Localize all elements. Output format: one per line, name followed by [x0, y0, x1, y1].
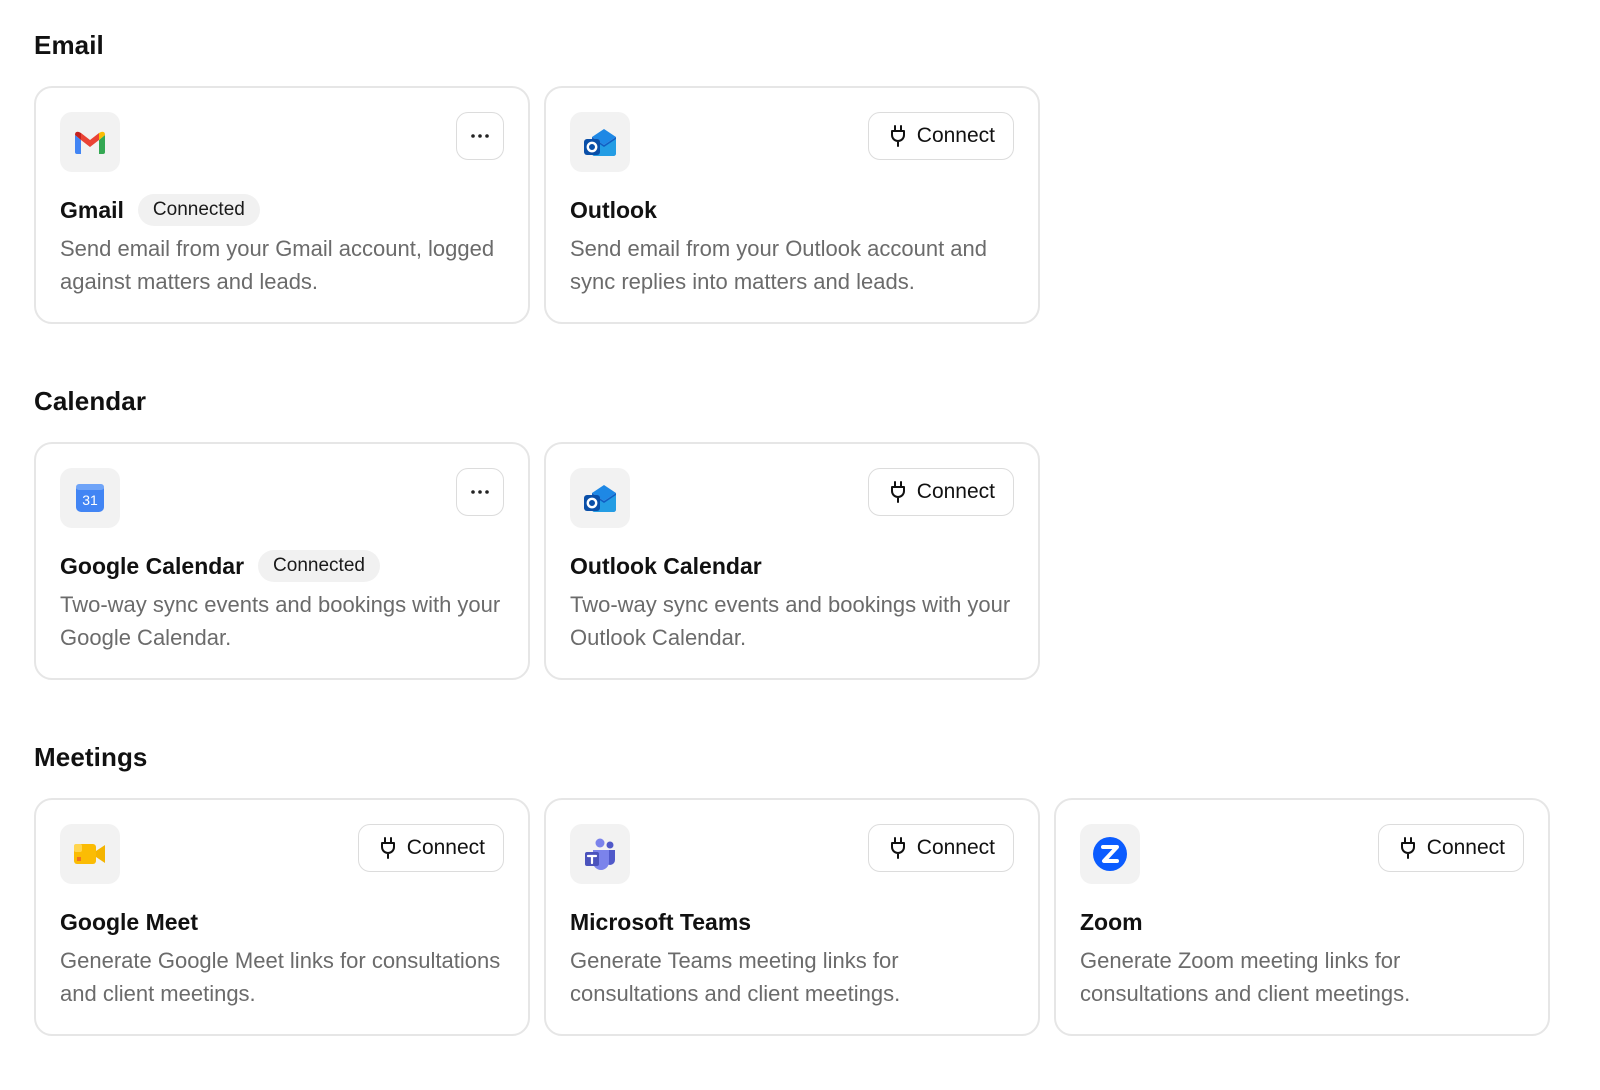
connect-button[interactable]: Connect [1377, 824, 1524, 872]
calendar-day-number: 31 [82, 492, 98, 508]
connect-button-label: Connect [916, 124, 995, 147]
integration-card-gmail: Gmail Connected Send email from your Gma… [34, 86, 530, 324]
status-badge: Connected [137, 194, 260, 226]
connect-button[interactable]: Connect [867, 112, 1014, 160]
connect-button-label: Connect [916, 836, 995, 859]
zoom-icon [1093, 837, 1127, 871]
plug-icon [890, 125, 905, 147]
gmail-icon [75, 131, 105, 154]
integration-description: Two-way sync events and bookings with yo… [60, 592, 501, 650]
section-title-calendar: Calendar [34, 386, 147, 416]
google-meet-icon [74, 844, 105, 864]
integrations-page: Email Gmail Connected Send email from yo… [0, 0, 1600, 1090]
plug-icon [890, 837, 905, 859]
gmail-logo [60, 112, 120, 172]
integration-name: Zoom [1080, 908, 1143, 935]
card-title-row: Outlook Calendar [570, 548, 762, 584]
integration-card-outlook-calendar: Connect Outlook Calendar Two-way sync ev… [544, 442, 1040, 680]
microsoft-teams-logo [570, 824, 630, 884]
integration-name: Outlook [570, 196, 657, 223]
connect-button-label: Connect [1426, 836, 1505, 859]
zoom-logo [1080, 824, 1140, 884]
connect-button[interactable]: Connect [867, 824, 1014, 872]
connect-button-label: Connect [916, 480, 995, 503]
plug-icon [1400, 837, 1415, 859]
integration-name: Google Meet [60, 908, 199, 935]
integration-name: Google Calendar [60, 552, 245, 579]
integration-description: Two-way sync events and bookings with yo… [570, 592, 1011, 650]
outlook-icon [584, 485, 616, 512]
integration-card-outlook: Connect Outlook Send email from your Out… [544, 86, 1040, 324]
plug-icon [380, 837, 395, 859]
integration-card-microsoft-teams: Connect Microsoft Teams Generate Teams m… [544, 798, 1040, 1036]
integration-card-google-meet: Connect Google Meet Generate Google Meet… [34, 798, 530, 1036]
card-title-row: Zoom [1080, 904, 1143, 940]
more-horizontal-icon [471, 490, 489, 494]
google-calendar-icon: 31 [76, 484, 104, 512]
outlook-icon [584, 129, 616, 156]
card-title-row: Gmail Connected [60, 192, 260, 228]
integration-name: Microsoft Teams [570, 908, 752, 935]
section-title-email: Email [34, 30, 104, 60]
integration-card-google-calendar: 31 Google Calendar Connected Two-way syn… [34, 442, 530, 680]
connect-button[interactable]: Connect [357, 824, 504, 872]
connect-button-label: Connect [406, 836, 485, 859]
google-meet-logo [60, 824, 120, 884]
outlook-logo [570, 112, 630, 172]
google-calendar-logo: 31 [60, 468, 120, 528]
card-title-row: Google Meet [60, 904, 198, 940]
more-options-button[interactable] [456, 112, 504, 160]
integration-description: Send email from your Outlook account and… [570, 236, 988, 294]
integration-card-zoom: Connect Zoom Generate Zoom meeting links… [1054, 798, 1550, 1036]
card-title-row: Outlook [570, 192, 657, 228]
card-title-row: Google Calendar Connected [60, 548, 380, 584]
integration-name: Gmail [60, 196, 124, 223]
integration-description: Generate Zoom meeting links for consulta… [1080, 948, 1411, 1006]
integration-description: Send email from your Gmail account, logg… [60, 236, 495, 294]
more-horizontal-icon [471, 134, 489, 138]
microsoft-teams-icon [585, 838, 615, 870]
connect-button[interactable]: Connect [867, 468, 1014, 516]
integration-description: Generate Google Meet links for consultat… [60, 948, 501, 1006]
more-options-button[interactable] [456, 468, 504, 516]
outlook-logo [570, 468, 630, 528]
integration-name: Outlook Calendar [570, 552, 762, 579]
status-badge: Connected [258, 550, 380, 582]
card-title-row: Microsoft Teams [570, 904, 751, 940]
integration-description: Generate Teams meeting links for consult… [570, 948, 901, 1006]
plug-icon [890, 481, 905, 503]
section-title-meetings: Meetings [34, 742, 148, 772]
